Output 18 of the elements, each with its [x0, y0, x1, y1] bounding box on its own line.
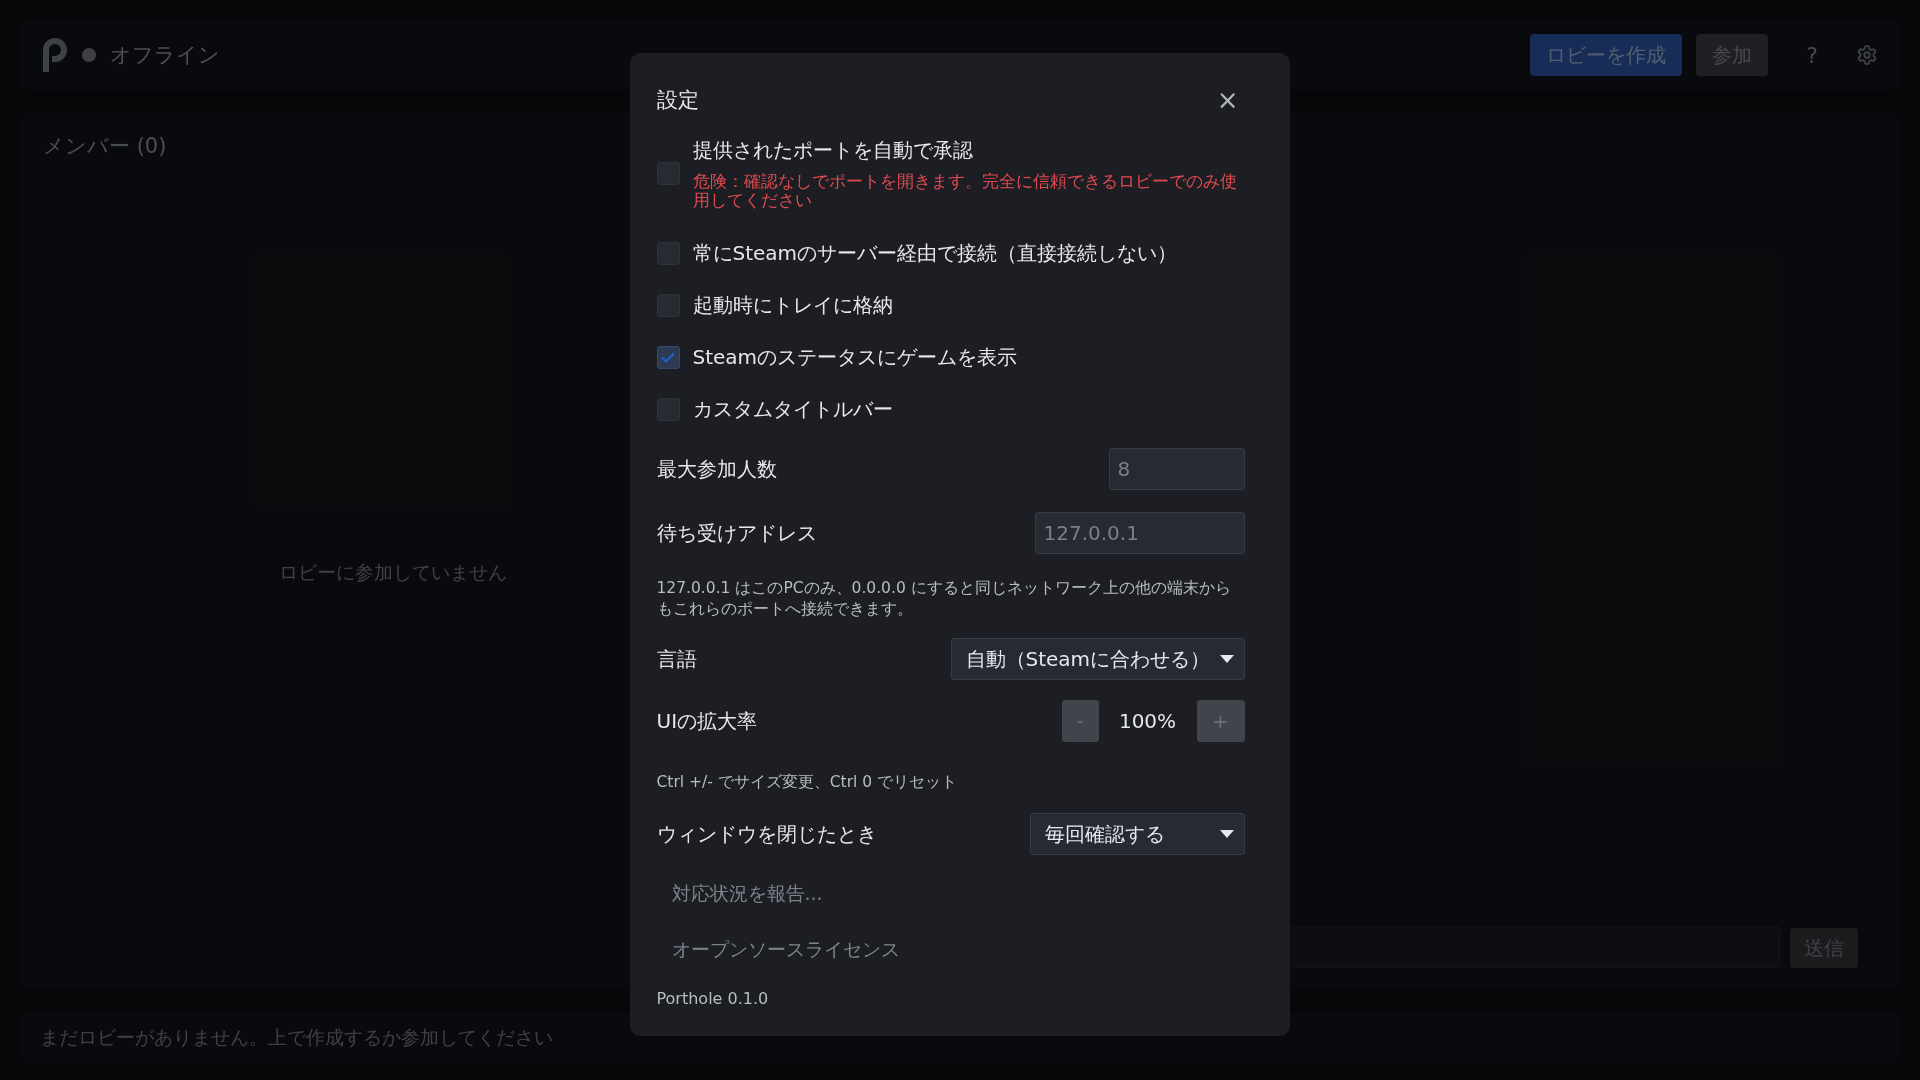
version-text: Porthole 0.1.0: [656, 989, 770, 1008]
option-label: Steamのステータスにゲームを表示: [692, 344, 1018, 371]
warning-text: 危険：確認なしでポートを開きます。完全に信頼できるロビーでのみ使用してください: [692, 172, 1238, 210]
zoom-value: 100%: [1117, 709, 1178, 733]
zoom-hint: Ctrl +/- でサイズ変更、Ctrl 0 でリセット: [656, 772, 959, 793]
option-label: 常にSteamのサーバー経由で接続（直接接続しない）: [692, 240, 1178, 267]
option-label: カスタムタイトルバー: [692, 396, 893, 423]
option-label: 起動時にトレイに格納: [692, 292, 893, 319]
field-label: 待ち受けアドレス: [656, 519, 817, 547]
field-label: UIの拡大率: [656, 707, 758, 735]
field-label: 言語: [656, 645, 697, 673]
option-label: 提供されたポートを自動で承認: [692, 137, 974, 164]
field-label: 最大参加人数: [656, 455, 777, 483]
address-hint: 127.0.0.1 はこのPCのみ、0.0.0.0 にすると同じネットワーク上の他の端末からもこれらのポートへ接続できます。: [656, 578, 1232, 620]
dialog-title: 設定: [656, 87, 699, 114]
field-label: ウィンドウを閉じたとき: [656, 820, 877, 848]
connection-status: オフライン: [110, 42, 220, 69]
members-title: メンバー (0): [43, 133, 167, 160]
